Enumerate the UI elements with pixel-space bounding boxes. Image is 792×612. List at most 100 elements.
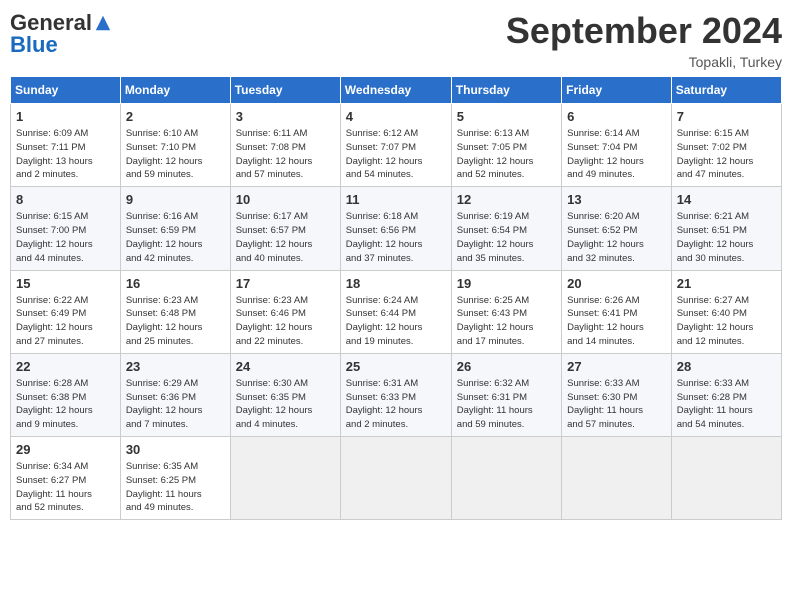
day-info: Sunrise: 6:15 AM Sunset: 7:02 PM Dayligh… [677,127,776,182]
day-info: Sunrise: 6:11 AM Sunset: 7:08 PM Dayligh… [236,127,335,182]
title-block: September 2024 Topakli, Turkey [506,10,782,70]
calendar-cell: 8Sunrise: 6:15 AM Sunset: 7:00 PM Daylig… [11,187,121,270]
day-number: 29 [16,441,115,459]
calendar-day-header: Monday [120,77,230,104]
calendar-cell: 30Sunrise: 6:35 AM Sunset: 6:25 PM Dayli… [120,437,230,520]
calendar-cell [230,437,340,520]
day-number: 9 [126,191,225,209]
calendar-cell: 1Sunrise: 6:09 AM Sunset: 7:11 PM Daylig… [11,104,121,187]
day-number: 11 [346,191,446,209]
day-info: Sunrise: 6:25 AM Sunset: 6:43 PM Dayligh… [457,294,556,349]
calendar-cell: 14Sunrise: 6:21 AM Sunset: 6:51 PM Dayli… [671,187,781,270]
day-number: 5 [457,108,556,126]
calendar-cell: 29Sunrise: 6:34 AM Sunset: 6:27 PM Dayli… [11,437,121,520]
day-info: Sunrise: 6:28 AM Sunset: 6:38 PM Dayligh… [16,377,115,432]
day-info: Sunrise: 6:29 AM Sunset: 6:36 PM Dayligh… [126,377,225,432]
calendar-cell: 23Sunrise: 6:29 AM Sunset: 6:36 PM Dayli… [120,353,230,436]
day-info: Sunrise: 6:24 AM Sunset: 6:44 PM Dayligh… [346,294,446,349]
day-info: Sunrise: 6:26 AM Sunset: 6:41 PM Dayligh… [567,294,666,349]
day-info: Sunrise: 6:33 AM Sunset: 6:28 PM Dayligh… [677,377,776,432]
day-number: 8 [16,191,115,209]
calendar-week-row: 8Sunrise: 6:15 AM Sunset: 7:00 PM Daylig… [11,187,782,270]
calendar-cell: 22Sunrise: 6:28 AM Sunset: 6:38 PM Dayli… [11,353,121,436]
calendar-cell [340,437,451,520]
calendar-cell: 13Sunrise: 6:20 AM Sunset: 6:52 PM Dayli… [562,187,672,270]
calendar-day-header: Tuesday [230,77,340,104]
day-number: 13 [567,191,666,209]
calendar-cell: 26Sunrise: 6:32 AM Sunset: 6:31 PM Dayli… [451,353,561,436]
calendar-cell: 15Sunrise: 6:22 AM Sunset: 6:49 PM Dayli… [11,270,121,353]
calendar-cell: 21Sunrise: 6:27 AM Sunset: 6:40 PM Dayli… [671,270,781,353]
day-info: Sunrise: 6:34 AM Sunset: 6:27 PM Dayligh… [16,460,115,515]
day-info: Sunrise: 6:19 AM Sunset: 6:54 PM Dayligh… [457,210,556,265]
calendar-day-header: Sunday [11,77,121,104]
day-info: Sunrise: 6:13 AM Sunset: 7:05 PM Dayligh… [457,127,556,182]
day-info: Sunrise: 6:33 AM Sunset: 6:30 PM Dayligh… [567,377,666,432]
day-number: 22 [16,358,115,376]
calendar-day-header: Saturday [671,77,781,104]
day-number: 19 [457,275,556,293]
calendar-cell: 11Sunrise: 6:18 AM Sunset: 6:56 PM Dayli… [340,187,451,270]
day-info: Sunrise: 6:15 AM Sunset: 7:00 PM Dayligh… [16,210,115,265]
day-number: 27 [567,358,666,376]
logo-blue-text: Blue [10,32,58,58]
day-number: 2 [126,108,225,126]
calendar-week-row: 22Sunrise: 6:28 AM Sunset: 6:38 PM Dayli… [11,353,782,436]
calendar-day-header: Friday [562,77,672,104]
day-number: 7 [677,108,776,126]
day-number: 18 [346,275,446,293]
day-info: Sunrise: 6:22 AM Sunset: 6:49 PM Dayligh… [16,294,115,349]
calendar-cell: 4Sunrise: 6:12 AM Sunset: 7:07 PM Daylig… [340,104,451,187]
page-header: General Blue September 2024 Topakli, Tur… [10,10,782,70]
calendar-cell: 5Sunrise: 6:13 AM Sunset: 7:05 PM Daylig… [451,104,561,187]
calendar-cell: 16Sunrise: 6:23 AM Sunset: 6:48 PM Dayli… [120,270,230,353]
day-number: 12 [457,191,556,209]
calendar-cell [451,437,561,520]
day-info: Sunrise: 6:12 AM Sunset: 7:07 PM Dayligh… [346,127,446,182]
day-number: 16 [126,275,225,293]
calendar-cell [562,437,672,520]
calendar-cell: 24Sunrise: 6:30 AM Sunset: 6:35 PM Dayli… [230,353,340,436]
calendar-cell: 18Sunrise: 6:24 AM Sunset: 6:44 PM Dayli… [340,270,451,353]
day-number: 17 [236,275,335,293]
calendar-cell: 2Sunrise: 6:10 AM Sunset: 7:10 PM Daylig… [120,104,230,187]
day-number: 10 [236,191,335,209]
calendar-week-row: 1Sunrise: 6:09 AM Sunset: 7:11 PM Daylig… [11,104,782,187]
calendar-table: SundayMondayTuesdayWednesdayThursdayFrid… [10,76,782,520]
day-info: Sunrise: 6:17 AM Sunset: 6:57 PM Dayligh… [236,210,335,265]
day-number: 24 [236,358,335,376]
day-number: 4 [346,108,446,126]
day-number: 25 [346,358,446,376]
day-info: Sunrise: 6:31 AM Sunset: 6:33 PM Dayligh… [346,377,446,432]
calendar-cell: 27Sunrise: 6:33 AM Sunset: 6:30 PM Dayli… [562,353,672,436]
calendar-week-row: 29Sunrise: 6:34 AM Sunset: 6:27 PM Dayli… [11,437,782,520]
day-number: 28 [677,358,776,376]
calendar-cell: 9Sunrise: 6:16 AM Sunset: 6:59 PM Daylig… [120,187,230,270]
calendar-cell: 6Sunrise: 6:14 AM Sunset: 7:04 PM Daylig… [562,104,672,187]
day-info: Sunrise: 6:27 AM Sunset: 6:40 PM Dayligh… [677,294,776,349]
day-info: Sunrise: 6:16 AM Sunset: 6:59 PM Dayligh… [126,210,225,265]
day-info: Sunrise: 6:30 AM Sunset: 6:35 PM Dayligh… [236,377,335,432]
day-number: 20 [567,275,666,293]
day-number: 3 [236,108,335,126]
calendar-cell: 17Sunrise: 6:23 AM Sunset: 6:46 PM Dayli… [230,270,340,353]
calendar-cell: 3Sunrise: 6:11 AM Sunset: 7:08 PM Daylig… [230,104,340,187]
calendar-day-header: Thursday [451,77,561,104]
day-number: 26 [457,358,556,376]
calendar-cell: 28Sunrise: 6:33 AM Sunset: 6:28 PM Dayli… [671,353,781,436]
day-number: 15 [16,275,115,293]
calendar-cell: 20Sunrise: 6:26 AM Sunset: 6:41 PM Dayli… [562,270,672,353]
logo: General Blue [10,10,112,58]
calendar-cell [671,437,781,520]
day-number: 30 [126,441,225,459]
day-info: Sunrise: 6:21 AM Sunset: 6:51 PM Dayligh… [677,210,776,265]
calendar-week-row: 15Sunrise: 6:22 AM Sunset: 6:49 PM Dayli… [11,270,782,353]
day-info: Sunrise: 6:23 AM Sunset: 6:48 PM Dayligh… [126,294,225,349]
calendar-day-header: Wednesday [340,77,451,104]
calendar-cell: 7Sunrise: 6:15 AM Sunset: 7:02 PM Daylig… [671,104,781,187]
day-number: 23 [126,358,225,376]
calendar-header-row: SundayMondayTuesdayWednesdayThursdayFrid… [11,77,782,104]
day-number: 6 [567,108,666,126]
day-info: Sunrise: 6:09 AM Sunset: 7:11 PM Dayligh… [16,127,115,182]
month-title: September 2024 [506,10,782,52]
